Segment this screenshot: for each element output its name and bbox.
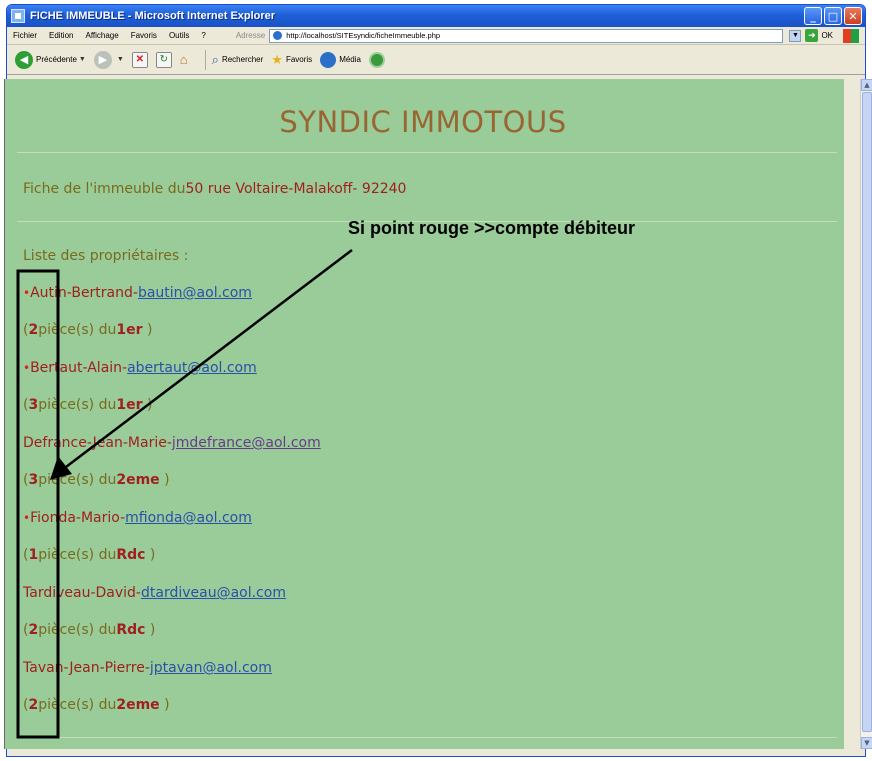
owner-details: (3pièce(s) du1er ) bbox=[23, 397, 153, 413]
divider-top bbox=[17, 152, 837, 153]
media-icon bbox=[320, 51, 337, 68]
menu-fichier[interactable]: Fichier bbox=[13, 31, 37, 40]
ie-app-icon bbox=[11, 9, 25, 23]
windows-logo-icon bbox=[843, 28, 859, 43]
stop-icon: ✕ bbox=[131, 51, 148, 68]
floor: 2eme bbox=[116, 472, 160, 488]
floor: 1er bbox=[116, 397, 143, 413]
address-bar: Adresse http://localhost/SITEsyndic/fich… bbox=[235, 28, 865, 43]
owners-heading: Liste des propriétaires : bbox=[23, 248, 189, 264]
scroll-thumb[interactable] bbox=[862, 92, 872, 732]
back-arrow-icon: ◀ bbox=[15, 50, 33, 69]
refresh-button[interactable]: ↻ bbox=[155, 51, 172, 68]
owner-details: (3pièce(s) du2eme ) bbox=[23, 472, 170, 488]
owner-row: •Bertaut-Alain-abertaut@aol.com bbox=[23, 360, 257, 376]
owner-name: Fionda-Mario- bbox=[30, 510, 126, 526]
search-icon: ⌕ bbox=[211, 51, 219, 67]
room-count: 3 bbox=[28, 472, 39, 488]
history-icon bbox=[368, 51, 385, 68]
title-bar[interactable]: FICHE IMMEUBLE - Microsoft Internet Expl… bbox=[7, 5, 865, 27]
menu-affichage[interactable]: Affichage bbox=[85, 31, 118, 40]
owner-email-link[interactable]: jptavan@aol.com bbox=[150, 660, 272, 676]
home-icon: ⌂ bbox=[179, 52, 188, 67]
search-label: Rechercher bbox=[221, 55, 264, 64]
menu-favoris[interactable]: Favoris bbox=[131, 31, 157, 40]
page-content: SYNDIC IMMOTOUS Fiche de l'immeuble du50… bbox=[4, 79, 844, 749]
vertical-scrollbar[interactable]: ▲ ▼ bbox=[860, 79, 872, 749]
owner-details: (2pièce(s) du1er ) bbox=[23, 322, 153, 338]
back-button[interactable]: ◀ Précédente ▼ bbox=[15, 50, 86, 69]
address-label: Adresse bbox=[235, 31, 266, 40]
owner-name: Autin-Bertrand- bbox=[30, 285, 138, 301]
fiche-prefix: Fiche de l'immeuble du bbox=[23, 181, 186, 197]
menu-bar: Fichier Edition Affichage Favoris Outils… bbox=[7, 27, 865, 45]
owner-row: Tardiveau-David-dtardiveau@aol.com bbox=[23, 585, 286, 601]
menu-outils[interactable]: Outils bbox=[169, 31, 189, 40]
owner-email-link[interactable]: abertaut@aol.com bbox=[127, 360, 257, 376]
owner-row: •Fionda-Mario-mfionda@aol.com bbox=[23, 510, 252, 526]
history-button[interactable] bbox=[368, 51, 385, 68]
star-icon: ★ bbox=[271, 51, 283, 67]
floor: 1er bbox=[116, 322, 143, 338]
close-button[interactable]: ✕ bbox=[844, 7, 862, 25]
room-count: 2 bbox=[28, 697, 39, 713]
minimize-button[interactable]: _ bbox=[804, 7, 822, 25]
search-button[interactable]: ⌕ Rechercher bbox=[212, 52, 264, 68]
menu-help[interactable]: ? bbox=[201, 31, 205, 40]
owner-row: Tavan-Jean-Pierre-jptavan@aol.com bbox=[23, 660, 272, 676]
go-button[interactable]: ➜ OK bbox=[805, 29, 833, 42]
owner-email-link[interactable]: mfionda@aol.com bbox=[125, 510, 252, 526]
floor: Rdc bbox=[116, 547, 146, 563]
owner-email-link[interactable]: jmdefrance@aol.com bbox=[172, 435, 321, 451]
room-count: 2 bbox=[28, 622, 39, 638]
forward-arrow-icon: ▶ bbox=[93, 50, 112, 69]
room-count: 2 bbox=[28, 322, 39, 338]
media-label: Média bbox=[339, 55, 361, 64]
owner-name: Tavan-Jean-Pierre- bbox=[23, 660, 150, 676]
address-input[interactable]: http://localhost/SITEsyndic/ficheImmeubl… bbox=[269, 28, 784, 43]
owner-details: (2pièce(s) duRdc ) bbox=[23, 622, 156, 638]
owner-email-link[interactable]: dtardiveau@aol.com bbox=[141, 585, 286, 601]
owner-row: Defrance-Jean-Marie-jmdefrance@aol.com bbox=[23, 435, 321, 451]
owner-details: (1pièce(s) duRdc ) bbox=[23, 547, 156, 563]
forward-button[interactable]: ▶ ▼ bbox=[93, 50, 124, 69]
address-dropdown-icon[interactable]: ▼ bbox=[789, 29, 802, 42]
owner-name: Defrance-Jean-Marie- bbox=[23, 435, 172, 451]
home-button[interactable]: ⌂ bbox=[180, 52, 191, 67]
stop-button[interactable]: ✕ bbox=[131, 51, 148, 68]
room-count: 1 bbox=[28, 547, 39, 563]
go-label: OK bbox=[821, 31, 833, 40]
page-icon bbox=[273, 31, 283, 40]
scroll-up-icon[interactable]: ▲ bbox=[861, 79, 872, 91]
toolbar-separator bbox=[204, 49, 206, 70]
back-label: Précédente bbox=[36, 55, 77, 64]
menu-edition[interactable]: Edition bbox=[49, 31, 73, 40]
refresh-icon: ↻ bbox=[155, 51, 172, 68]
room-count: 3 bbox=[28, 397, 39, 413]
owner-details: (2pièce(s) du2eme ) bbox=[23, 697, 170, 713]
address-url: http://localhost/SITEsyndic/ficheImmeubl… bbox=[286, 31, 441, 40]
owner-email-link[interactable]: bautin@aol.com bbox=[138, 285, 252, 301]
favorites-button[interactable]: ★ Favoris bbox=[271, 52, 312, 68]
owner-name: Tardiveau-David- bbox=[23, 585, 141, 601]
fiche-line: Fiche de l'immeuble du50 rue Voltaire-Ma… bbox=[23, 181, 406, 197]
maximize-button[interactable]: □ bbox=[824, 7, 842, 25]
annotation-callout: Si point rouge >>compte débiteur bbox=[348, 218, 636, 238]
owner-row: •Autin-Bertrand-bautin@aol.com bbox=[23, 285, 252, 301]
back-dropdown-icon[interactable]: ▼ bbox=[79, 56, 86, 63]
divider-bottom bbox=[17, 737, 837, 738]
building-address: 50 rue Voltaire-Malakoff- 92240 bbox=[185, 181, 407, 197]
floor: Rdc bbox=[116, 622, 146, 638]
floor: 2eme bbox=[116, 697, 160, 713]
media-button[interactable]: Média bbox=[320, 51, 361, 68]
owner-name: Bertaut-Alain- bbox=[30, 360, 128, 376]
window-title: FICHE IMMEUBLE - Microsoft Internet Expl… bbox=[30, 10, 276, 22]
favorites-label: Favoris bbox=[285, 55, 313, 64]
forward-dropdown-icon[interactable]: ▼ bbox=[117, 56, 124, 63]
toolbar: ◀ Précédente ▼ ▶ ▼ ✕ ↻ ⌂ ⌕ Rechercher ★ … bbox=[7, 45, 865, 75]
go-arrow-icon: ➜ bbox=[805, 29, 819, 42]
scroll-down-icon[interactable]: ▼ bbox=[861, 737, 872, 749]
page-title: SYNDIC IMMOTOUS bbox=[279, 105, 567, 139]
